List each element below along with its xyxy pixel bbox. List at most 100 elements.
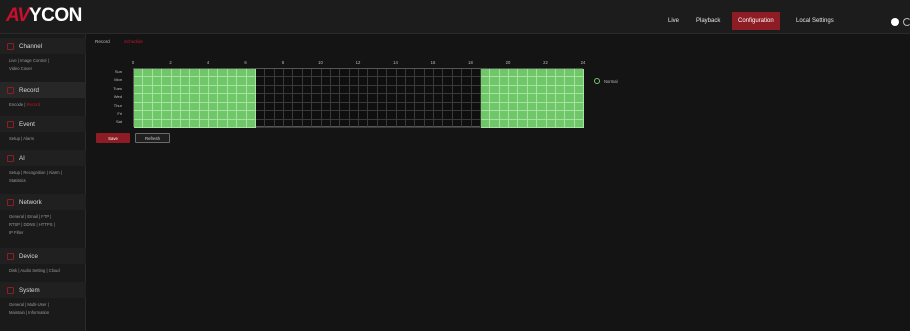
schedule-cell[interactable]	[134, 119, 144, 128]
schedule-cell[interactable]	[180, 94, 191, 103]
nav-playback[interactable]: Playback	[690, 12, 726, 30]
schedule-cell[interactable]	[443, 69, 453, 78]
schedule-cell[interactable]	[218, 111, 228, 120]
schedule-cell[interactable]	[321, 77, 331, 86]
schedule-cell[interactable]	[284, 94, 294, 103]
schedule-cell[interactable]	[209, 111, 219, 120]
schedule-cell[interactable]	[199, 94, 209, 103]
schedule-cell[interactable]	[255, 85, 266, 95]
schedule-cell[interactable]	[415, 102, 425, 112]
schedule-cell[interactable]	[180, 85, 191, 95]
schedule-cell[interactable]	[462, 94, 472, 103]
schedule-cell[interactable]	[255, 119, 266, 128]
schedule-cell[interactable]	[209, 102, 219, 112]
schedule-cell[interactable]	[302, 69, 313, 78]
schedule-cell[interactable]	[434, 69, 444, 78]
sidebar-item-ai[interactable]: AI	[0, 150, 86, 166]
schedule-cell[interactable]	[302, 111, 313, 120]
schedule-cell[interactable]	[143, 94, 153, 103]
schedule-cell[interactable]	[565, 111, 575, 120]
schedule-cell[interactable]	[171, 69, 181, 78]
schedule-cell[interactable]	[452, 77, 463, 86]
schedule-cell[interactable]	[293, 94, 303, 103]
schedule-cell[interactable]	[330, 102, 341, 112]
sidebar-link-setup[interactable]: Setup	[9, 136, 20, 141]
sidebar-link-audio-setting[interactable]: Audio Setting	[20, 268, 45, 273]
logout-icon[interactable]	[903, 18, 910, 26]
sidebar-link-information[interactable]: Information	[28, 310, 49, 315]
sidebar-link-encode[interactable]: Encode	[9, 102, 23, 107]
schedule-cell[interactable]	[377, 102, 388, 112]
schedule-cell[interactable]	[405, 119, 416, 128]
schedule-cell[interactable]	[471, 111, 481, 120]
schedule-cell[interactable]	[143, 102, 153, 112]
schedule-cell[interactable]	[209, 119, 219, 128]
schedule-cell[interactable]	[518, 102, 528, 112]
schedule-cell[interactable]	[134, 69, 144, 78]
schedule-cell[interactable]	[265, 111, 275, 120]
schedule-cell[interactable]	[443, 102, 453, 112]
schedule-cell[interactable]	[246, 85, 256, 95]
schedule-cell[interactable]	[377, 85, 388, 95]
schedule-cell[interactable]	[284, 85, 294, 95]
schedule-cell[interactable]	[546, 119, 556, 128]
schedule-cell[interactable]	[265, 69, 275, 78]
schedule-cell[interactable]	[443, 85, 453, 95]
schedule-cell[interactable]	[480, 94, 491, 103]
schedule-cell[interactable]	[312, 119, 322, 128]
schedule-cell[interactable]	[190, 94, 200, 103]
schedule-cell[interactable]	[565, 119, 575, 128]
sidebar-item-network[interactable]: Network	[0, 194, 86, 210]
schedule-cell[interactable]	[574, 69, 584, 78]
schedule-cell[interactable]	[284, 77, 294, 86]
help-icon[interactable]	[891, 18, 899, 26]
schedule-cell[interactable]	[330, 94, 341, 103]
schedule-cell[interactable]	[237, 94, 247, 103]
schedule-cell[interactable]	[537, 85, 547, 95]
save-button[interactable]: Save	[96, 133, 130, 143]
schedule-cell[interactable]	[171, 94, 181, 103]
schedule-cell[interactable]	[527, 85, 538, 95]
sidebar-link-disk[interactable]: Disk	[9, 268, 17, 273]
schedule-cell[interactable]	[152, 94, 163, 103]
tab-record[interactable]: Record	[95, 39, 110, 47]
schedule-cell[interactable]	[518, 85, 528, 95]
schedule-cell[interactable]	[284, 102, 294, 112]
schedule-cell[interactable]	[302, 85, 313, 95]
schedule-cell[interactable]	[509, 69, 519, 78]
sidebar-link-general[interactable]: General	[9, 214, 24, 219]
schedule-cell[interactable]	[143, 69, 153, 78]
schedule-cell[interactable]	[227, 102, 238, 112]
schedule-cell[interactable]	[377, 69, 388, 78]
schedule-cell[interactable]	[480, 119, 491, 128]
schedule-cell[interactable]	[284, 111, 294, 120]
schedule-cell[interactable]	[152, 85, 163, 95]
schedule-cell[interactable]	[321, 85, 331, 95]
schedule-cell[interactable]	[330, 111, 341, 120]
schedule-cell[interactable]	[274, 69, 284, 78]
schedule-cell[interactable]	[312, 69, 322, 78]
schedule-cell[interactable]	[537, 77, 547, 86]
schedule-cell[interactable]	[574, 111, 584, 120]
schedule-cell[interactable]	[462, 119, 472, 128]
schedule-cell[interactable]	[209, 85, 219, 95]
schedule-cell[interactable]	[349, 119, 359, 128]
schedule-cell[interactable]	[359, 94, 369, 103]
schedule-cell[interactable]	[480, 111, 491, 120]
schedule-cell[interactable]	[546, 102, 556, 112]
schedule-cell[interactable]	[340, 77, 350, 86]
schedule-cell[interactable]	[537, 94, 547, 103]
schedule-cell[interactable]	[527, 94, 538, 103]
schedule-cell[interactable]	[227, 119, 238, 128]
schedule-cell[interactable]	[424, 94, 434, 103]
schedule-cell[interactable]	[330, 119, 341, 128]
schedule-cell[interactable]	[518, 69, 528, 78]
schedule-cell[interactable]	[452, 119, 463, 128]
schedule-cell[interactable]	[405, 102, 416, 112]
schedule-cell[interactable]	[218, 69, 228, 78]
schedule-cell[interactable]	[227, 111, 238, 120]
schedule-cell[interactable]	[424, 119, 434, 128]
schedule-cell[interactable]	[359, 111, 369, 120]
schedule-cell[interactable]	[396, 102, 406, 112]
schedule-cell[interactable]	[199, 102, 209, 112]
